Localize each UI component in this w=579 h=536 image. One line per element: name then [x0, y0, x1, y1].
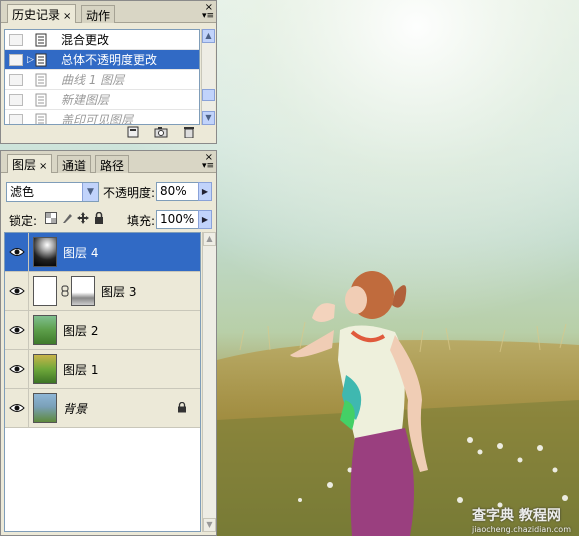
- visibility-eye-icon[interactable]: [9, 245, 25, 259]
- visibility-eye-icon[interactable]: [9, 362, 25, 376]
- layer-name: 图层 4: [63, 246, 99, 260]
- divider: [28, 311, 29, 349]
- history-panel: 历史记录 × 动作 × ▾≡ 混合更改 ▷ 总体不透明度更改 曲线 1 图层 新建…: [0, 0, 217, 144]
- watermark-text: 查字典 教程网: [471, 508, 561, 524]
- layer-row-1[interactable]: 图层 1: [5, 350, 200, 389]
- lock-all-icon[interactable]: [93, 212, 105, 224]
- divider: [28, 272, 29, 310]
- chevron-down-icon[interactable]: ▼: [82, 183, 98, 201]
- scroll-thumb[interactable]: [202, 89, 215, 101]
- snapshot-source-checkbox[interactable]: [9, 54, 23, 66]
- opacity-input[interactable]: 80%: [156, 182, 200, 201]
- layer-name: 图层 3: [101, 285, 137, 299]
- scroll-down-icon[interactable]: ▼: [203, 518, 216, 532]
- snapshot-source-checkbox[interactable]: [9, 74, 23, 86]
- lock-label: 锁定:: [9, 214, 38, 228]
- history-list: 混合更改 ▷ 总体不透明度更改 曲线 1 图层 新建图层 盖印可见图层: [4, 29, 200, 125]
- history-state-icon: [35, 73, 47, 87]
- tab-paths-label: 路径: [100, 159, 125, 173]
- trash-icon[interactable]: [182, 126, 196, 138]
- fill-input[interactable]: 100%: [156, 210, 200, 229]
- layer-row-background[interactable]: 背景: [5, 389, 200, 428]
- history-item-label: 混合更改: [61, 33, 110, 47]
- tab-history-label: 历史记录: [12, 8, 61, 22]
- tab-close-icon[interactable]: ×: [63, 11, 71, 22]
- history-state-icon: [35, 113, 47, 124]
- scroll-up-icon[interactable]: ▲: [203, 232, 216, 246]
- tab-paths[interactable]: 路径: [95, 155, 130, 173]
- panel-menu-icon[interactable]: ▾≡: [202, 11, 214, 21]
- visibility-eye-icon[interactable]: [9, 401, 25, 415]
- layer-list: 图层 4 图层 3 图层 2 图层 1 背景: [4, 232, 201, 532]
- tab-layers-label: 图层: [12, 158, 37, 172]
- scroll-down-icon[interactable]: ▼: [202, 111, 215, 125]
- blend-mode-value: 滤色: [10, 185, 35, 199]
- history-scrollbar[interactable]: ▲ ▼: [201, 29, 215, 125]
- blend-mode-select[interactable]: 滤色 ▼: [6, 182, 99, 202]
- layer-thumbnail: [33, 393, 57, 423]
- snapshot-source-checkbox[interactable]: [9, 94, 23, 106]
- visibility-eye-icon[interactable]: [9, 284, 25, 298]
- layer-mask-thumbnail[interactable]: [71, 276, 95, 306]
- history-footer: [126, 126, 196, 140]
- history-item[interactable]: 曲线 1 图层: [5, 70, 199, 90]
- tab-close-icon[interactable]: ×: [39, 161, 47, 172]
- history-state-icon: [35, 93, 47, 107]
- scroll-up-icon[interactable]: ▲: [202, 29, 215, 43]
- layer-name: 图层 2: [63, 324, 99, 338]
- history-tabbar: 历史记录 × 动作 × ▾≡: [1, 1, 216, 23]
- layer-thumbnail: [33, 276, 57, 306]
- history-state-pointer-icon: ▷: [27, 55, 34, 65]
- snapshot-source-checkbox[interactable]: [9, 34, 23, 46]
- layer-row-2[interactable]: 图层 2: [5, 311, 200, 350]
- layers-panel: 图层 × 通道 路径 × ▾≡ 滤色 ▼ 不透明度: 80% ▶ 锁定: 填充: …: [0, 150, 217, 536]
- tab-history[interactable]: 历史记录 ×: [7, 4, 77, 23]
- layer-thumbnail: [33, 354, 57, 384]
- panel-menu-icon[interactable]: ▾≡: [202, 161, 214, 171]
- opacity-label: 不透明度:: [103, 186, 156, 200]
- layer-name: 背景: [63, 402, 88, 416]
- tab-actions-label: 动作: [86, 9, 111, 23]
- layers-tabbar: 图层 × 通道 路径 × ▾≡: [1, 151, 216, 173]
- layers-scrollbar[interactable]: ▲ ▼: [202, 232, 216, 532]
- watermark: 查字典 教程网 jiaocheng.chazidian.com: [472, 505, 571, 534]
- layer-thumbnail: [33, 315, 57, 345]
- watermark-url: jiaocheng.chazidian.com: [471, 525, 571, 534]
- history-item[interactable]: 盖印可见图层: [5, 110, 199, 125]
- history-item-label: 新建图层: [61, 93, 110, 107]
- history-item-label: 盖印可见图层: [61, 113, 134, 125]
- history-item-label: 曲线 1 图层: [61, 73, 125, 87]
- lock-paint-icon[interactable]: [61, 212, 73, 224]
- visibility-eye-icon[interactable]: [9, 323, 25, 337]
- divider: [28, 233, 29, 271]
- lock-icon: [178, 402, 186, 413]
- history-item[interactable]: 混合更改: [5, 30, 199, 50]
- opacity-slider-button[interactable]: ▶: [198, 182, 212, 201]
- tab-actions[interactable]: 动作: [81, 5, 116, 23]
- history-item-label: 总体不透明度更改: [61, 53, 158, 67]
- layer-row-4[interactable]: 图层 4: [5, 233, 200, 272]
- new-document-icon[interactable]: [126, 126, 140, 138]
- lock-move-icon[interactable]: [77, 212, 89, 224]
- fill-label: 填充:: [127, 214, 156, 228]
- layer-thumbnail: [33, 237, 57, 267]
- divider: [28, 350, 29, 388]
- layer-name: 图层 1: [63, 363, 99, 377]
- lock-transparent-icon[interactable]: [45, 212, 57, 224]
- history-item[interactable]: 新建图层: [5, 90, 199, 110]
- history-item-selected[interactable]: ▷ 总体不透明度更改: [5, 50, 199, 70]
- lock-icons: [45, 212, 105, 224]
- tab-channels-label: 通道: [62, 159, 87, 173]
- layer-row-3[interactable]: 图层 3: [5, 272, 200, 311]
- divider: [28, 389, 29, 427]
- snapshot-source-checkbox[interactable]: [9, 114, 23, 124]
- tab-layers[interactable]: 图层 ×: [7, 154, 53, 173]
- history-state-icon: [35, 33, 47, 47]
- link-chain-icon[interactable]: [61, 285, 69, 297]
- tab-channels[interactable]: 通道: [57, 155, 92, 173]
- history-state-icon: [35, 53, 47, 67]
- snapshot-camera-icon[interactable]: [154, 126, 168, 138]
- fill-slider-button[interactable]: ▶: [198, 210, 212, 229]
